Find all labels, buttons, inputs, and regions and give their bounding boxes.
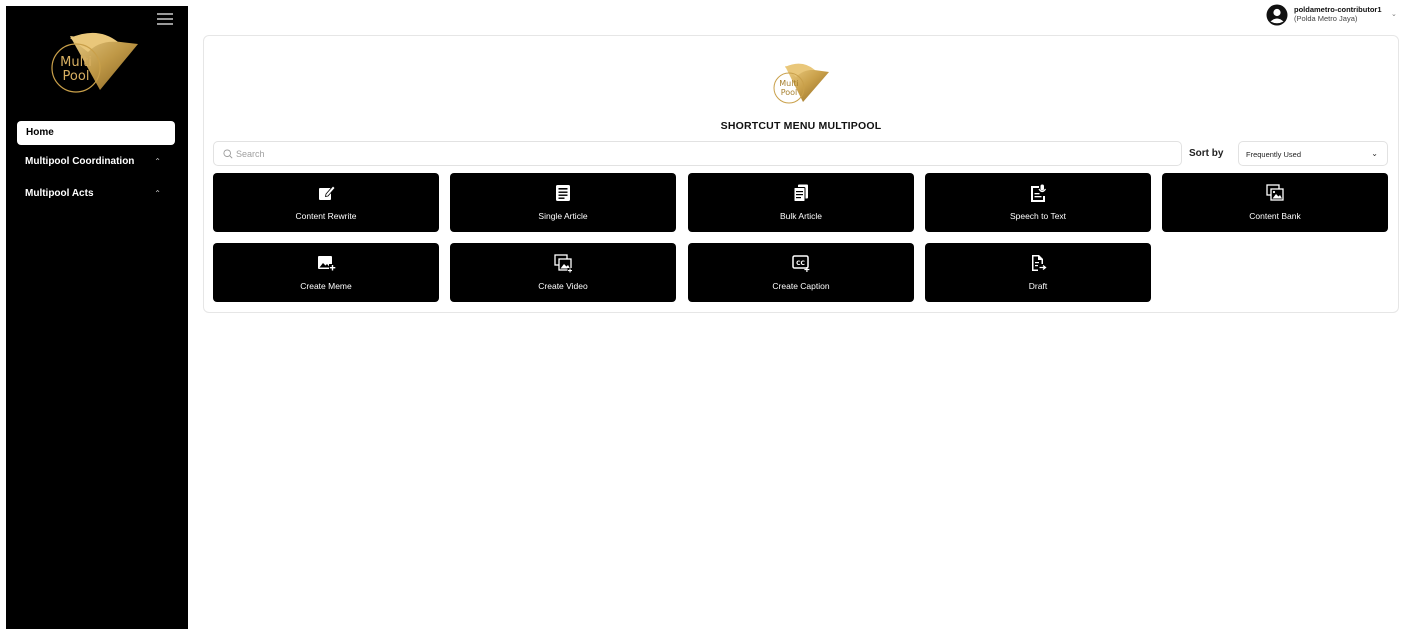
shortcut-content-rewrite[interactable]: Content Rewrite bbox=[213, 173, 439, 232]
speech-text-icon bbox=[1028, 183, 1048, 203]
sidebar-item-multipool-acts[interactable]: Multipool Acts ⌃ bbox=[17, 184, 175, 206]
sidebar-item-home[interactable]: Home bbox=[17, 121, 175, 145]
shortcut-label: Create Meme bbox=[300, 281, 352, 291]
shortcut-create-caption[interactable]: CC Create Caption bbox=[688, 243, 914, 302]
svg-text:CC: CC bbox=[796, 260, 805, 267]
shortcut-bulk-article[interactable]: Bulk Article bbox=[688, 173, 914, 232]
sort-by-label: Sort by bbox=[1189, 148, 1224, 159]
article-icon bbox=[553, 183, 573, 203]
shortcut-create-video[interactable]: Create Video bbox=[450, 243, 676, 302]
sidebar: Multi Pool Home Multipool Coordination ⌃… bbox=[6, 6, 188, 629]
shortcut-label: Single Article bbox=[538, 211, 588, 221]
shortcut-label: Create Caption bbox=[772, 281, 830, 291]
chevron-down-icon: ⌄ bbox=[1391, 11, 1397, 18]
chevron-down-icon: ⌄ bbox=[1371, 149, 1378, 158]
shortcut-label: Content Rewrite bbox=[295, 211, 357, 221]
search-icon bbox=[223, 149, 233, 159]
shortcut-label: Draft bbox=[1028, 281, 1048, 291]
sidebar-item-label: Multipool Acts bbox=[25, 188, 94, 199]
documents-icon bbox=[791, 183, 811, 203]
search-box[interactable] bbox=[213, 141, 1182, 166]
add-image-icon bbox=[316, 253, 336, 273]
user-avatar-icon bbox=[1266, 4, 1288, 26]
chevron-up-icon: ⌃ bbox=[154, 157, 161, 166]
shortcut-content-bank[interactable]: Content Bank bbox=[1162, 173, 1388, 232]
multipool-logo: Multi Pool bbox=[767, 58, 835, 108]
menu-toggle-icon[interactable] bbox=[157, 12, 175, 26]
svg-text:Pool: Pool bbox=[63, 69, 90, 84]
video-images-icon bbox=[553, 253, 573, 273]
svg-text:Multi: Multi bbox=[60, 55, 92, 70]
shortcut-label: Content Bank bbox=[1249, 211, 1301, 221]
sidebar-item-label: Multipool Coordination bbox=[25, 156, 135, 167]
svg-text:Multi: Multi bbox=[779, 79, 799, 88]
shortcut-create-meme[interactable]: Create Meme bbox=[213, 243, 439, 302]
sort-selected-value: Frequently Used bbox=[1246, 150, 1302, 159]
page-title: SHORTCUT MENU MULTIPOOL bbox=[720, 120, 882, 132]
search-input[interactable] bbox=[236, 146, 1166, 162]
shortcut-speech-to-text[interactable]: Speech to Text bbox=[925, 173, 1151, 232]
sort-select[interactable]: Frequently Used ⌄ bbox=[1238, 141, 1388, 166]
caption-icon: CC bbox=[791, 253, 811, 273]
images-icon bbox=[1265, 183, 1285, 203]
shortcut-menu-card: Multi Pool SHORTCUT MENU MULTIPOOL Sort … bbox=[203, 35, 1399, 313]
sidebar-item-multipool-coordination[interactable]: Multipool Coordination ⌃ bbox=[17, 152, 175, 174]
multipool-logo: Multi Pool bbox=[40, 22, 156, 102]
draft-icon bbox=[1028, 253, 1048, 273]
user-name: poldametro-contributor1 bbox=[1294, 5, 1382, 14]
edit-icon bbox=[316, 183, 336, 203]
shortcut-label: Speech to Text bbox=[1009, 211, 1067, 221]
svg-text:Pool: Pool bbox=[781, 88, 798, 97]
shortcut-draft[interactable]: Draft bbox=[925, 243, 1151, 302]
shortcut-single-article[interactable]: Single Article bbox=[450, 173, 676, 232]
shortcut-label: Bulk Article bbox=[779, 211, 823, 221]
chevron-up-icon: ⌃ bbox=[154, 189, 161, 198]
user-role: (Polda Metro Jaya) bbox=[1294, 14, 1358, 23]
shortcut-label: Create Video bbox=[538, 281, 588, 291]
user-menu[interactable]: poldametro-contributor1 (Polda Metro Jay… bbox=[1266, 4, 1401, 28]
